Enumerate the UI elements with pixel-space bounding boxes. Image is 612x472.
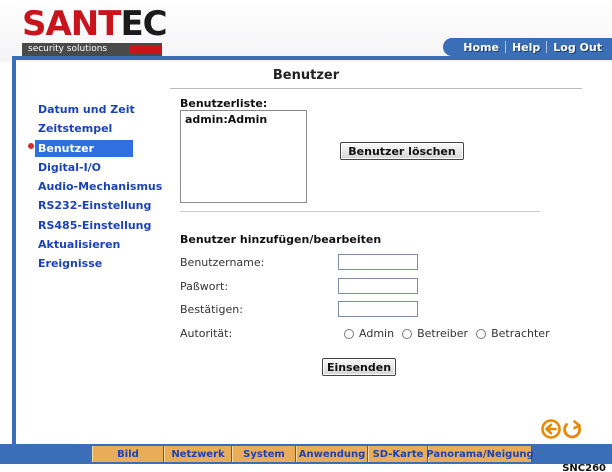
sidebar-item-benutzer[interactable]: Benutzer xyxy=(35,139,133,157)
confirm-password-field[interactable] xyxy=(338,301,418,317)
authority-radio-admin[interactable] xyxy=(344,328,354,339)
model-label: SNC260 xyxy=(562,463,606,472)
sidebar-item-rs485-einstellung[interactable]: RS485-Einstellung xyxy=(38,216,162,235)
userlist-listbox[interactable]: admin:Admin xyxy=(180,110,307,203)
authority-radio-betrachter[interactable] xyxy=(476,328,487,339)
confirm-label: Bestätigen: xyxy=(180,303,243,316)
sidebar-item-ereignisse[interactable]: Ereignisse xyxy=(38,254,162,273)
tab-bild[interactable]: Bild xyxy=(92,446,164,462)
authority-option-admin: Admin xyxy=(359,327,395,340)
sidebar-item-rs232-einstellung[interactable]: RS232-Einstellung xyxy=(38,196,162,215)
submit-button[interactable]: Einsenden xyxy=(322,358,396,376)
authority-option-betrachter: Betrachter xyxy=(491,327,550,340)
authority-radio-group: Admin Betreiber Betrachter xyxy=(344,327,558,340)
home-link[interactable]: Home xyxy=(457,41,505,54)
frame-left-border xyxy=(12,56,16,444)
refresh-icon[interactable] xyxy=(563,420,582,439)
page-title: Benutzer xyxy=(272,68,340,83)
help-link[interactable]: Help xyxy=(506,41,546,54)
sidebar-item-audio-mechanismus[interactable]: Audio-Mechanismus xyxy=(38,177,162,196)
password-field[interactable] xyxy=(338,278,418,294)
sidebar: Datum und Zeit Zeitstempel Benutzer Digi… xyxy=(35,100,162,274)
tab-netzwerk[interactable]: Netzwerk xyxy=(164,446,232,462)
userlist-label: Benutzerliste: xyxy=(180,97,268,110)
santec-logo: SANTEC security solutions xyxy=(22,6,168,56)
logo-tagline: security solutions xyxy=(28,43,112,56)
top-nav-pill: Home Help Log Out xyxy=(443,38,612,56)
authority-radio-betreiber[interactable] xyxy=(402,328,413,339)
form-heading: Benutzer hinzufügen/bearbeiten xyxy=(180,233,382,246)
username-label: Benutzername: xyxy=(180,256,265,269)
logout-link[interactable]: Log Out xyxy=(547,41,608,54)
nav-arrows xyxy=(541,419,582,439)
header: SANTEC security solutions Home Help Log … xyxy=(0,0,612,62)
bottom-nav-tabs: Bild Netzwerk System Anwendung SD-Karte … xyxy=(92,446,534,462)
back-arrow-icon[interactable] xyxy=(541,419,561,439)
userlist-entry[interactable]: admin:Admin xyxy=(181,111,306,128)
authority-label: Autorität: xyxy=(180,327,233,340)
sidebar-item-digital-io[interactable]: Digital-I/O xyxy=(38,158,162,177)
sidebar-item-datum-und-zeit[interactable]: Datum und Zeit xyxy=(38,100,162,119)
tab-panorama-neigung[interactable]: Panorama/Neigung xyxy=(426,446,534,462)
username-field[interactable] xyxy=(338,254,418,270)
logo-accent-bar xyxy=(130,45,162,54)
password-label: Paßwort: xyxy=(180,280,229,293)
top-nav: Home Help Log Out xyxy=(443,38,612,56)
logo-wordmark: SANTEC xyxy=(22,4,168,44)
tab-anwendung[interactable]: Anwendung xyxy=(296,446,368,462)
tab-sd-karte[interactable]: SD-Karte xyxy=(368,446,428,462)
delete-user-button[interactable]: Benutzer löschen xyxy=(340,142,464,160)
tab-system[interactable]: System xyxy=(232,446,296,462)
sidebar-item-aktualisieren[interactable]: Aktualisieren xyxy=(38,235,162,254)
authority-option-betreiber: Betreiber xyxy=(417,327,469,340)
active-item-bullet-icon xyxy=(28,143,34,149)
title-divider xyxy=(170,88,582,89)
section-divider xyxy=(180,211,540,212)
frame-top-border xyxy=(12,56,612,60)
sidebar-item-zeitstempel[interactable]: Zeitstempel xyxy=(38,119,162,138)
